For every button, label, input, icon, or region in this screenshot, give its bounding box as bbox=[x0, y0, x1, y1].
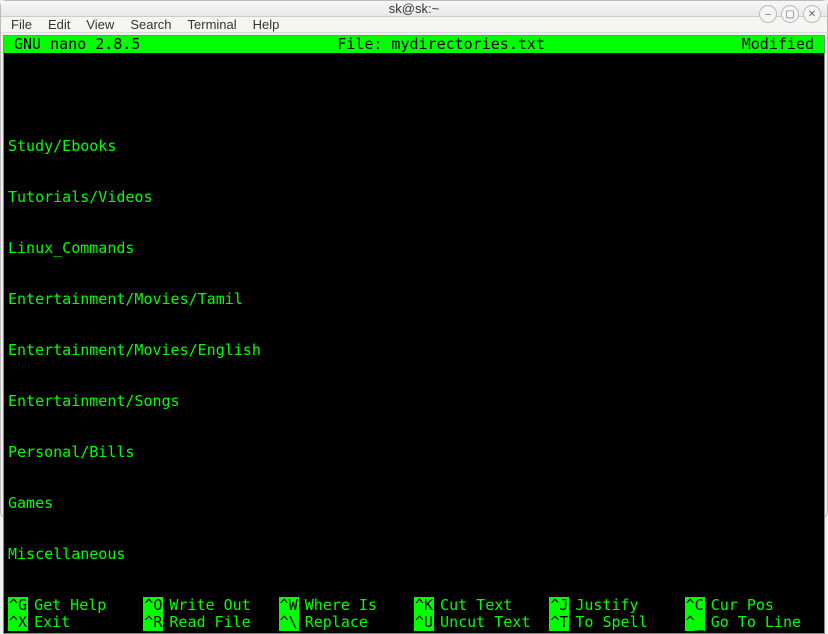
window-title: sk@sk:~ bbox=[389, 1, 439, 16]
cmd-uncut-text: ^U Uncut Text bbox=[414, 614, 549, 631]
cmd-label: Justify bbox=[575, 597, 638, 614]
key-label: ^K bbox=[414, 597, 434, 614]
window-buttons: – ▢ ✕ bbox=[759, 5, 821, 23]
cmd-cur-pos: ^C Cur Pos bbox=[685, 597, 820, 614]
content-line: Entertainment/Movies/Tamil bbox=[8, 291, 820, 308]
cmd-replace: ^\ Replace bbox=[279, 614, 414, 631]
cmd-label: Cur Pos bbox=[711, 597, 774, 614]
menu-file[interactable]: File bbox=[11, 17, 32, 32]
cmd-label: Replace bbox=[305, 614, 368, 631]
minimize-button[interactable]: – bbox=[759, 5, 777, 23]
cmd-label: Uncut Text bbox=[440, 614, 530, 631]
cmd-go-to-line: ^_ Go To Line bbox=[685, 614, 820, 631]
key-label: ^C bbox=[685, 597, 705, 614]
key-label: ^_ bbox=[685, 614, 705, 631]
window-titlebar: sk@sk:~ – ▢ ✕ bbox=[1, 1, 827, 17]
key-label: ^T bbox=[549, 614, 569, 631]
key-label: ^O bbox=[143, 597, 163, 614]
cmd-label: Go To Line bbox=[711, 614, 801, 631]
cmd-label: Where Is bbox=[305, 597, 377, 614]
content-line: Miscellaneous bbox=[8, 546, 820, 563]
cmd-label: Write Out bbox=[169, 597, 250, 614]
key-label: ^G bbox=[8, 597, 28, 614]
cmd-exit: ^X Exit bbox=[8, 614, 143, 631]
nano-body[interactable]: Study/Ebooks Tutorials/Videos Linux_Comm… bbox=[4, 53, 824, 597]
content-line: Study/Ebooks bbox=[8, 138, 820, 155]
minimize-icon: – bbox=[765, 9, 771, 20]
close-button[interactable]: ✕ bbox=[803, 5, 821, 23]
cmd-label: Read File bbox=[169, 614, 250, 631]
cmd-get-help: ^G Get Help bbox=[8, 597, 143, 614]
cmd-label: To Spell bbox=[575, 614, 647, 631]
key-label: ^J bbox=[549, 597, 569, 614]
blank-line bbox=[8, 87, 820, 104]
menu-terminal[interactable]: Terminal bbox=[188, 17, 237, 32]
maximize-button[interactable]: ▢ bbox=[781, 5, 799, 23]
maximize-icon: ▢ bbox=[785, 9, 794, 20]
content-line: Entertainment/Movies/English bbox=[8, 342, 820, 359]
nano-status: Modified bbox=[742, 36, 820, 53]
cmd-justify: ^J Justify bbox=[549, 597, 684, 614]
cmd-cut-text: ^K Cut Text bbox=[414, 597, 549, 614]
menu-edit[interactable]: Edit bbox=[48, 17, 70, 32]
footer-row-2: ^X Exit ^R Read File ^\ Replace ^U Uncut Tex… bbox=[8, 614, 820, 631]
content-line: Linux_Commands bbox=[8, 240, 820, 257]
cmd-to-spell: ^T To Spell bbox=[549, 614, 684, 631]
menu-help[interactable]: Help bbox=[253, 17, 280, 32]
footer-row-1: ^G Get Help ^O Write Out ^W Where Is ^K Cut … bbox=[8, 597, 820, 614]
nano-header: GNU nano 2.8.5 File: mydirectories.txt M… bbox=[4, 36, 824, 53]
cmd-label: Cut Text bbox=[440, 597, 512, 614]
content-line: Games bbox=[8, 495, 820, 512]
nano-version: GNU nano 2.8.5 bbox=[8, 36, 140, 53]
key-label: ^X bbox=[8, 614, 28, 631]
content-line: Personal/Bills bbox=[8, 444, 820, 461]
content-line: Entertainment/Songs bbox=[8, 393, 820, 410]
nano-file: File: mydirectories.txt bbox=[140, 36, 741, 53]
cmd-label: Exit bbox=[34, 614, 70, 631]
terminal[interactable]: GNU nano 2.8.5 File: mydirectories.txt M… bbox=[3, 35, 825, 634]
cmd-read-file: ^R Read File bbox=[143, 614, 278, 631]
content-line: Tutorials/Videos bbox=[8, 189, 820, 206]
nano-footer: ^G Get Help ^O Write Out ^W Where Is ^K Cut … bbox=[4, 597, 824, 633]
menubar: File Edit View Search Terminal Help bbox=[1, 17, 827, 33]
cmd-where-is: ^W Where Is bbox=[279, 597, 414, 614]
cmd-label: Get Help bbox=[34, 597, 106, 614]
key-label: ^R bbox=[143, 614, 163, 631]
key-label: ^\ bbox=[279, 614, 299, 631]
menu-search[interactable]: Search bbox=[130, 17, 171, 32]
close-icon: ✕ bbox=[808, 9, 816, 20]
menu-view[interactable]: View bbox=[86, 17, 114, 32]
cmd-write-out: ^O Write Out bbox=[143, 597, 278, 614]
key-label: ^W bbox=[279, 597, 299, 614]
key-label: ^U bbox=[414, 614, 434, 631]
